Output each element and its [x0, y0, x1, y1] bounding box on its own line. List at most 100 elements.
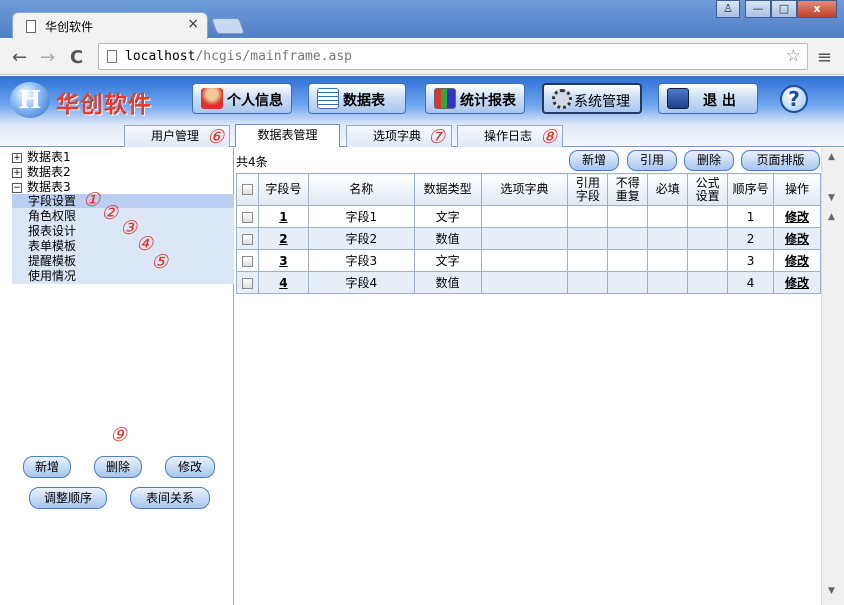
- user-icon[interactable]: ♙: [716, 0, 740, 18]
- field-order: 3: [727, 249, 775, 272]
- browser-toolbar: ← → C localhost/hcgis/mainframe.asp ☆ ≡: [0, 39, 844, 75]
- tree-child-field-settings[interactable]: 字段设置: [12, 194, 234, 208]
- maximize-button[interactable]: □: [771, 0, 797, 18]
- annotation-badge: ⑧: [540, 126, 558, 148]
- top-frame-scrollbar[interactable]: ▲ ▼: [821, 148, 844, 208]
- field-unique: [607, 249, 649, 272]
- table-row: 1 字段1 文字 1 修改: [236, 205, 821, 228]
- nav-system-admin-button[interactable]: 系统管理: [542, 83, 642, 114]
- tree-node-table2[interactable]: + 数据表2: [12, 165, 71, 179]
- edit-link[interactable]: 修改: [785, 232, 809, 246]
- minimize-button[interactable]: —: [745, 0, 771, 18]
- brand-name: 华创软件: [56, 92, 152, 118]
- col-field-no: 字段号: [257, 173, 309, 206]
- tab-operation-log[interactable]: 操作日志 ⑧: [457, 125, 563, 147]
- page-layout-button[interactable]: 页面排版: [741, 150, 820, 171]
- field-table: 字段号 名称 数据类型 选项字典 引用 字段 不得 重复 必填 公式 设置 顺序号 操…: [236, 173, 821, 294]
- edit-link[interactable]: 修改: [785, 254, 809, 268]
- field-order: 4: [727, 271, 775, 294]
- grid-delete-button[interactable]: 删除: [684, 150, 734, 171]
- field-name: 字段4: [307, 271, 415, 294]
- expand-icon[interactable]: +: [12, 153, 22, 163]
- back-icon[interactable]: ←: [12, 47, 27, 68]
- tree-child-usage[interactable]: 使用情况: [28, 269, 76, 283]
- field-no-link[interactable]: 1: [279, 210, 287, 224]
- tab-option-dictionary[interactable]: 选项字典 ⑦: [346, 125, 452, 147]
- field-type: 文字: [413, 249, 482, 272]
- table-relations-button[interactable]: 表间关系: [130, 487, 210, 509]
- forward-icon[interactable]: →: [40, 47, 55, 68]
- row-checkbox[interactable]: [241, 277, 253, 289]
- row-checkbox[interactable]: [241, 255, 253, 267]
- tree-add-button[interactable]: 新增: [23, 456, 71, 478]
- nav-label: 个人信息: [227, 93, 283, 109]
- table-icon: [317, 88, 339, 109]
- table-row: 4 字段4 数值 4 修改: [236, 271, 821, 294]
- field-formula: [687, 205, 729, 228]
- field-formula: [687, 227, 729, 250]
- tree-child-reminder-template[interactable]: 提醒模板: [28, 254, 76, 268]
- field-cite: [567, 249, 609, 272]
- tree-child-role-permissions[interactable]: 角色权限: [28, 209, 76, 223]
- scroll-up-icon[interactable]: ▲: [828, 152, 835, 162]
- row-checkbox[interactable]: [241, 233, 253, 245]
- field-required: [647, 271, 689, 294]
- select-all-checkbox[interactable]: [241, 184, 253, 195]
- left-tree-panel: + 数据表1 + 数据表2 − 数据表3 字段设置 角色权限 报表设计 表单模板 提醒…: [0, 148, 234, 605]
- tree-child-report-design[interactable]: 报表设计: [28, 224, 76, 238]
- reload-icon[interactable]: C: [70, 47, 83, 68]
- scroll-down-icon[interactable]: ▼: [828, 586, 835, 596]
- col-required: 必填: [647, 173, 689, 206]
- nav-data-table-button[interactable]: 数据表: [308, 83, 406, 114]
- grid-cite-button[interactable]: 引用: [627, 150, 677, 171]
- col-name: 名称: [307, 173, 415, 206]
- col-order: 顺序号: [727, 173, 775, 206]
- nav-stats-report-button[interactable]: 统计报表: [425, 83, 525, 114]
- scroll-up-icon[interactable]: ▲: [828, 212, 835, 222]
- tab-user-management[interactable]: 用户管理 ⑥: [124, 125, 230, 147]
- row-checkbox[interactable]: [241, 211, 253, 223]
- annotation-badge: ⑥: [207, 126, 225, 148]
- field-required: [647, 227, 689, 250]
- field-name: 字段3: [307, 249, 415, 272]
- collapse-icon[interactable]: −: [12, 183, 22, 193]
- reorder-button[interactable]: 调整顺序: [29, 487, 107, 509]
- tree-edit-button[interactable]: 修改: [165, 456, 215, 478]
- nav-exit-button[interactable]: 退 出: [658, 83, 758, 114]
- tab-close-icon[interactable]: ×: [187, 16, 199, 32]
- select-all-header[interactable]: [236, 173, 259, 206]
- nav-personal-info-button[interactable]: 个人信息: [192, 83, 292, 114]
- field-no-link[interactable]: 4: [279, 276, 287, 290]
- tree-node-table3[interactable]: − 数据表3: [12, 180, 71, 194]
- col-action: 操作: [773, 173, 821, 206]
- tree-node-table1[interactable]: + 数据表1: [12, 150, 71, 164]
- bookmark-star-icon[interactable]: ☆: [786, 46, 801, 66]
- browser-tab[interactable]: 华创软件 ×: [12, 12, 208, 39]
- field-no-link[interactable]: 3: [279, 254, 287, 268]
- tree-child-form-template[interactable]: 表单模板: [28, 239, 76, 253]
- nav-label: 数据表: [343, 93, 385, 109]
- field-required: [647, 249, 689, 272]
- close-window-button[interactable]: x: [797, 0, 837, 18]
- field-dict: [480, 205, 569, 228]
- person-icon: [201, 88, 223, 109]
- tab-data-table-management[interactable]: 数据表管理: [235, 124, 340, 147]
- tree-delete-button[interactable]: 删除: [94, 456, 142, 478]
- edit-link[interactable]: 修改: [785, 210, 809, 224]
- grid-add-button[interactable]: 新增: [569, 150, 619, 171]
- address-bar[interactable]: localhost/hcgis/mainframe.asp ☆: [98, 43, 808, 70]
- field-no-link[interactable]: 2: [279, 232, 287, 246]
- grid-scrollbar[interactable]: ▲ ▼: [821, 208, 844, 605]
- scroll-down-icon[interactable]: ▼: [828, 193, 835, 203]
- annotation-badge: ⑦: [428, 126, 446, 148]
- expand-icon[interactable]: +: [12, 168, 22, 178]
- browser-menu-icon[interactable]: ≡: [817, 47, 832, 68]
- edit-link[interactable]: 修改: [785, 276, 809, 290]
- field-name: 字段2: [307, 227, 415, 250]
- help-icon[interactable]: ?: [780, 85, 808, 113]
- field-grid-panel: 共4条 新增 引用 删除 页面排版 字段号 名称 数据类型 选项字典 引用 字段 …: [235, 148, 844, 605]
- field-dict: [480, 227, 569, 250]
- col-formula: 公式 设置: [687, 173, 729, 206]
- field-order: 2: [727, 227, 775, 250]
- new-tab-button[interactable]: [211, 18, 245, 34]
